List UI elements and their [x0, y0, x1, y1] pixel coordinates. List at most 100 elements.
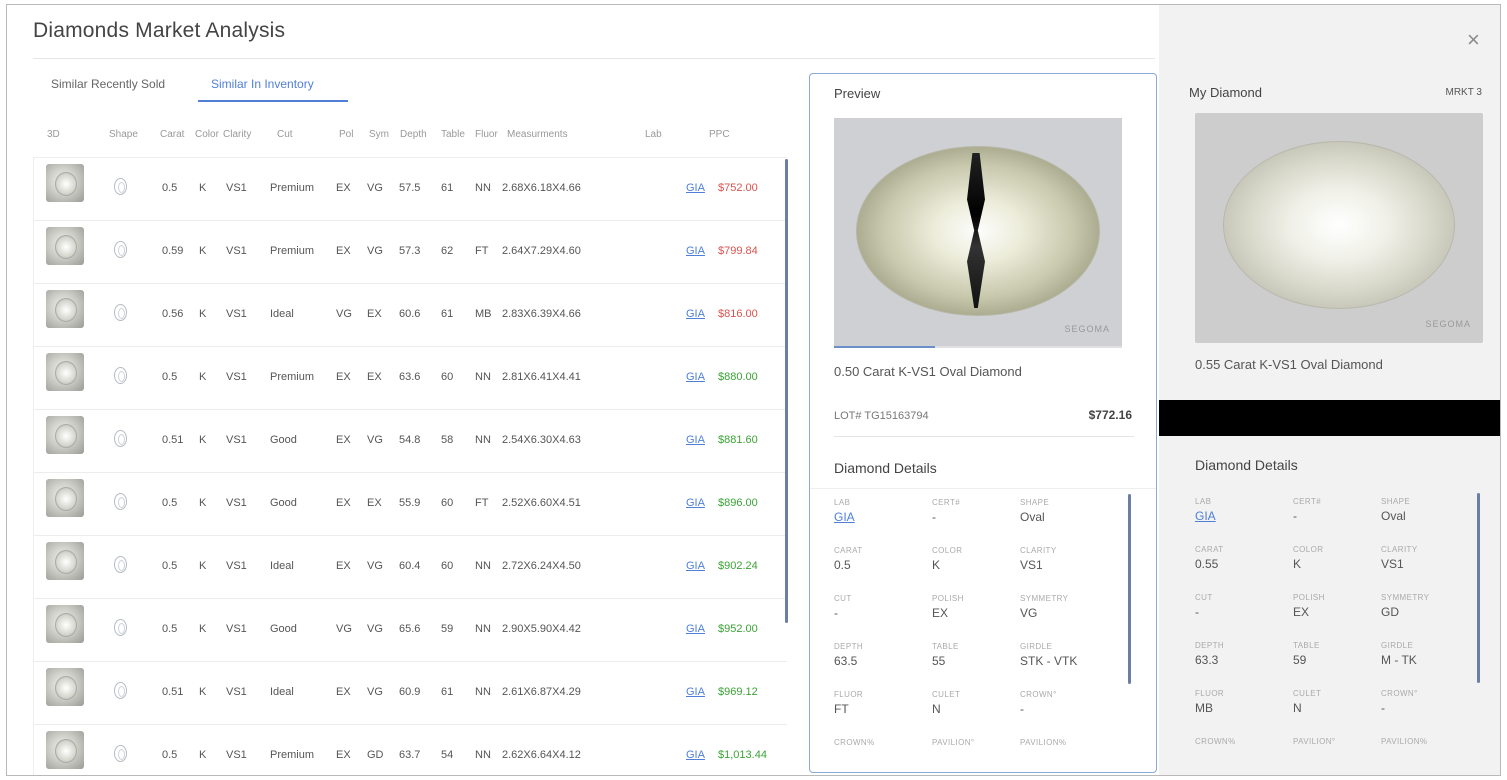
table-row[interactable]: 0.5 K VS1 Ideal EX VG 60.4 60 NN 2.72X6.24X4.50 GI…: [34, 536, 787, 599]
column-header[interactable]: Color: [195, 129, 219, 140]
table-row[interactable]: 0.59 K VS1 Premium EX VG 57.3 62 FT 2.64X7.29X4.6…: [34, 221, 787, 284]
cell-meas: 2.62X6.64X4.12: [502, 749, 581, 761]
cell-pol: EX: [336, 560, 351, 572]
detail-label: GIRDLE: [1381, 641, 1414, 650]
cell-carat: 0.5: [162, 497, 178, 509]
preview-lot-number: LOT# TG15163794: [834, 410, 929, 422]
table-row[interactable]: 0.5 K VS1 Good VG VG 65.6 59 NN 2.90X5.90X4.42 GIA…: [34, 599, 787, 662]
cell-cut: Premium: [270, 371, 315, 383]
table-row[interactable]: 0.5 K VS1 Premium EX GD 63.7 54 NN 2.62X6.64X4.12…: [34, 725, 787, 775]
table-row[interactable]: 0.51 K VS1 Good EX VG 54.8 58 NN 2.54X6.30X4.63 GI…: [34, 410, 787, 473]
table-row[interactable]: 0.51 K VS1 Ideal EX VG 60.9 61 NN 2.61X6.87X4.29 G…: [34, 662, 787, 725]
lab-link[interactable]: GIA: [686, 371, 705, 383]
oval-shape-icon: [114, 682, 127, 699]
cell-table: 58: [441, 434, 454, 446]
lab-link[interactable]: GIA: [686, 245, 705, 257]
column-header[interactable]: PPC: [709, 129, 730, 140]
table-row[interactable]: 0.5 K VS1 Good EX EX 55.9 60 FT 2.52X6.60X4.51 GIA…: [34, 473, 787, 536]
preview-diamond-image[interactable]: SEGOMA: [834, 118, 1122, 348]
detail-value: M - TK: [1381, 653, 1417, 667]
title-divider: [33, 58, 1155, 59]
cell-pol: EX: [336, 434, 351, 446]
lab-link[interactable]: GIA: [686, 434, 705, 446]
table-row[interactable]: 0.56 K VS1 Ideal VG EX 60.6 61 MB 2.83X6.39X4.66 G…: [34, 284, 787, 347]
diamond-thumbnail[interactable]: [46, 731, 84, 769]
column-header[interactable]: Fluor: [475, 129, 498, 140]
detail-label: POLISH: [932, 594, 964, 603]
column-header[interactable]: Table: [441, 129, 465, 140]
detail-label: PAVILION%: [1020, 738, 1067, 747]
detail-label: SHAPE: [1020, 498, 1050, 507]
column-header[interactable]: Lab: [645, 129, 662, 140]
lab-link[interactable]: GIA: [686, 182, 705, 194]
diamond-thumbnail[interactable]: [46, 227, 84, 265]
cell-meas: 2.83X6.39X4.66: [502, 308, 581, 320]
cell-cut: Good: [270, 623, 297, 635]
lab-link[interactable]: GIA: [686, 749, 705, 761]
column-header[interactable]: Carat: [160, 129, 184, 140]
diamond-thumbnail[interactable]: [46, 605, 84, 643]
cell-clarity: VS1: [226, 308, 247, 320]
detail-label: SHAPE: [1381, 497, 1411, 506]
cell-fluor: NN: [475, 686, 491, 698]
page-title: Diamonds Market Analysis: [33, 19, 286, 42]
column-header[interactable]: 3D: [47, 129, 60, 140]
cell-table: 60: [441, 497, 454, 509]
diamond-thumbnail[interactable]: [46, 290, 84, 328]
my-diamond-image[interactable]: SEGOMA: [1195, 113, 1483, 343]
cell-color: K: [199, 245, 207, 257]
column-header[interactable]: Sym: [369, 129, 389, 140]
detail-label: FLUOR: [834, 690, 864, 699]
column-header[interactable]: Clarity: [223, 129, 251, 140]
detail-depth: DEPTH 63.3: [1195, 641, 1290, 667]
column-header[interactable]: Cut: [277, 129, 293, 140]
diamond-thumbnail[interactable]: [46, 542, 84, 580]
column-header[interactable]: Measurments: [507, 129, 568, 140]
lab-link[interactable]: GIA: [686, 497, 705, 509]
detail-pavilion: PAVILION°: [1293, 737, 1388, 749]
table-scrollbar[interactable]: [785, 159, 788, 623]
detail-label: GIRDLE: [1020, 642, 1053, 651]
diamond-thumbnail[interactable]: [46, 353, 84, 391]
cell-color: K: [199, 749, 207, 761]
column-header[interactable]: Pol: [339, 129, 353, 140]
tab-similar-recently-sold[interactable]: Similar Recently Sold: [51, 77, 165, 91]
table-header: 3D Shape Carat Color Clarity Cut Pol Sym Depth Ta…: [33, 115, 787, 155]
cell-carat: 0.51: [162, 686, 184, 698]
diamond-thumbnail[interactable]: [46, 416, 84, 454]
detail-culet: CULET N: [1293, 689, 1388, 715]
preview-details-title: Diamond Details: [834, 460, 937, 476]
cell-fluor: MB: [475, 308, 492, 320]
diamond-thumbnail[interactable]: [46, 164, 84, 202]
lab-link[interactable]: GIA: [686, 560, 705, 572]
cell-cut: Premium: [270, 749, 315, 761]
cell-fluor: FT: [475, 497, 489, 509]
lab-link[interactable]: GIA: [686, 308, 705, 320]
table-row[interactable]: 0.5 K VS1 Premium EX EX 63.6 60 NN 2.81X6.41X4.41…: [34, 347, 787, 410]
detail-symmetry: SYMMETRY GD: [1381, 593, 1476, 619]
lab-link[interactable]: GIA: [1195, 509, 1290, 523]
my-details-title: Diamond Details: [1195, 457, 1298, 473]
cell-depth: 60.6: [399, 308, 421, 320]
preview-details-scrollbar[interactable]: [1128, 494, 1131, 684]
detail-crown: CROWN° -: [1020, 690, 1115, 716]
detail-culet: CULET N: [932, 690, 1027, 716]
detail-label: CULET: [1293, 689, 1322, 698]
close-icon[interactable]: ×: [1467, 27, 1480, 53]
tab-similar-in-inventory[interactable]: Similar In Inventory: [211, 77, 314, 91]
cell-sym: VG: [367, 182, 383, 194]
cell-cut: Good: [270, 497, 297, 509]
diamond-thumbnail[interactable]: [46, 668, 84, 706]
table-row[interactable]: 0.5 K VS1 Premium EX VG 57.5 61 NN 2.68X6.18X4.66…: [34, 158, 787, 221]
column-header[interactable]: Depth: [400, 129, 427, 140]
detail-shape: SHAPE Oval: [1381, 497, 1476, 523]
lab-link[interactable]: GIA: [686, 686, 705, 698]
lab-link[interactable]: GIA: [686, 623, 705, 635]
detail-value: -: [1195, 605, 1199, 619]
column-header[interactable]: Shape: [109, 129, 138, 140]
detail-label: FLUOR: [1195, 689, 1225, 698]
detail-label: CROWN°: [1020, 690, 1057, 699]
lab-link[interactable]: GIA: [834, 510, 929, 524]
diamond-thumbnail[interactable]: [46, 479, 84, 517]
my-details-scrollbar[interactable]: [1477, 493, 1480, 683]
